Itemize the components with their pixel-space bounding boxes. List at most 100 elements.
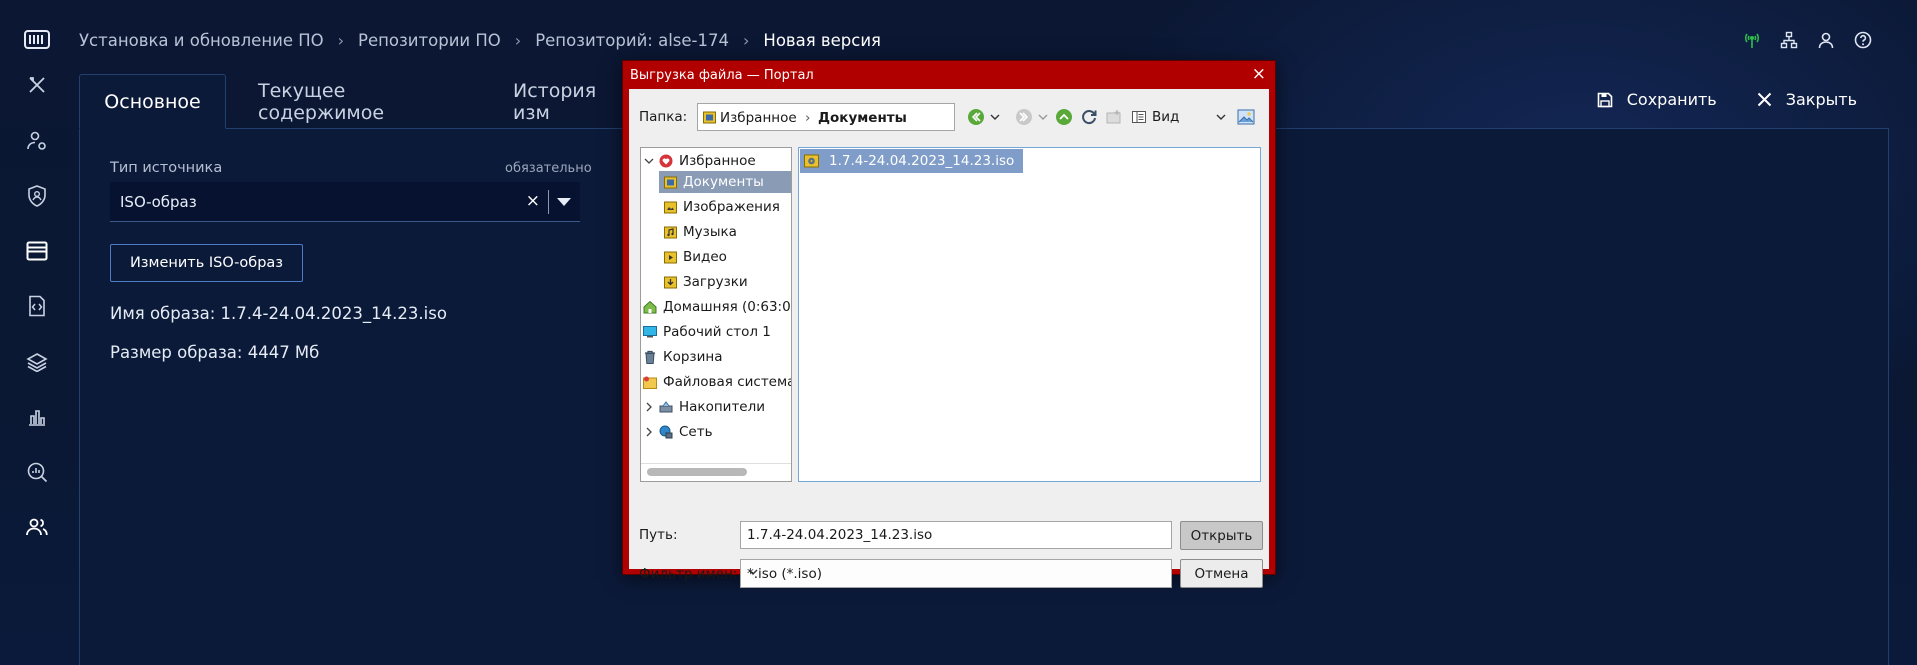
tab-current-content[interactable]: Текущее содержимое	[258, 74, 384, 129]
chevron-down-icon[interactable]	[747, 566, 1165, 582]
layers-icon[interactable]	[24, 349, 50, 375]
action-bar: Сохранить Закрыть	[1597, 90, 1857, 109]
folder-label: Папка:	[639, 109, 688, 125]
change-iso-button[interactable]: Изменить ISO-образ	[110, 244, 303, 282]
heart-icon	[659, 154, 673, 168]
top-icons	[1742, 30, 1873, 50]
file-item[interactable]: 1.7.4-24.04.2023_14.23.iso	[800, 149, 1024, 173]
path-label: Путь:	[639, 527, 678, 543]
users-icon[interactable]	[24, 514, 50, 540]
chevron-down-icon	[1216, 114, 1226, 120]
tree-item-label: Изображения	[683, 199, 780, 215]
places-tree[interactable]: Избранное Документы Изображения Музыка В…	[640, 147, 792, 482]
clear-icon[interactable]: ×	[526, 191, 540, 211]
up-icon	[1056, 109, 1072, 125]
filter-select[interactable]: *.iso (*.iso)	[740, 559, 1172, 588]
tree-item-network[interactable]: Сеть	[643, 421, 713, 443]
search-chart-icon[interactable]	[24, 459, 50, 485]
chevron-right-icon[interactable]	[643, 425, 655, 439]
iso-file-icon	[804, 154, 819, 168]
tree-item-label: Музыка	[683, 224, 737, 240]
breadcrumb: Установка и обновление ПО › Репозитории …	[79, 28, 881, 52]
tree-item-images[interactable]: Изображения	[663, 196, 780, 218]
save-button[interactable]: Сохранить	[1597, 90, 1717, 109]
filter-label: Фильтр имен:	[639, 566, 738, 582]
tree-item-label: Документы	[683, 174, 764, 190]
trash-icon	[643, 350, 657, 364]
breadcrumb-current: Новая версия	[763, 30, 881, 50]
file-name: 1.7.4-24.04.2023_14.23.iso	[829, 153, 1015, 169]
forward-icon	[1016, 109, 1032, 125]
tree-item-drives[interactable]: Накопители	[643, 396, 765, 418]
required-hint: обязательно	[505, 161, 592, 176]
open-button[interactable]: Открыть	[1180, 521, 1263, 550]
horizontal-scrollbar[interactable]	[647, 468, 747, 476]
scrollbar-track	[641, 463, 791, 464]
tree-item-favorites[interactable]: Избранное	[643, 150, 791, 172]
breadcrumb-item[interactable]: Репозиторий: alse-174	[535, 31, 729, 50]
file-list[interactable]: 1.7.4-24.04.2023_14.23.iso	[798, 147, 1261, 482]
code-file-icon[interactable]	[24, 293, 50, 319]
breadcrumb-item[interactable]: Установка и обновление ПО	[79, 31, 324, 50]
tree-item-video[interactable]: Видео	[663, 246, 727, 268]
refresh-button[interactable]	[1080, 105, 1098, 129]
help-icon[interactable]	[1853, 30, 1873, 50]
music-folder-icon	[663, 225, 677, 239]
tree-item-label: Загрузки	[683, 274, 748, 290]
back-history-dropdown[interactable]	[989, 105, 1001, 129]
images-folder-icon	[663, 200, 677, 214]
antenna-icon[interactable]	[1742, 30, 1762, 50]
user-settings-icon[interactable]	[24, 128, 50, 154]
tree-item-label: Видео	[683, 249, 727, 265]
view-button[interactable]: Вид	[1132, 105, 1179, 129]
portal-logo-icon[interactable]	[24, 29, 50, 51]
tree-item-desktop[interactable]: Рабочий стол 1	[643, 321, 771, 343]
dialog-close-icon[interactable]: ×	[1252, 65, 1266, 83]
network-icon[interactable]	[1779, 30, 1799, 50]
forward-button[interactable]	[1015, 105, 1033, 129]
chevron-down-icon[interactable]	[557, 198, 571, 206]
up-button[interactable]	[1055, 105, 1073, 129]
source-type-select[interactable]: ISO-образ ×	[110, 182, 580, 222]
tree-item-label: Домашняя (0:63:0x	[663, 299, 792, 315]
preview-button[interactable]	[1237, 105, 1255, 129]
chart-icon[interactable]	[24, 404, 50, 430]
user-icon[interactable]	[1816, 30, 1836, 50]
location-bar[interactable]: Избранное › Документы	[697, 103, 955, 131]
path-value: 1.7.4-24.04.2023_14.23.iso	[747, 527, 933, 543]
close-button[interactable]: Закрыть	[1757, 90, 1857, 109]
new-folder-button[interactable]	[1105, 105, 1123, 129]
tools-icon[interactable]	[24, 72, 50, 98]
tree-item-music[interactable]: Музыка	[663, 221, 737, 243]
tree-item-filesystem[interactable]: Файловая система	[643, 371, 791, 393]
tab-history[interactable]: История изм	[513, 74, 596, 129]
source-type-value: ISO-образ	[120, 193, 197, 211]
location-segment-current[interactable]: Документы	[818, 110, 907, 126]
tree-item-downloads[interactable]: Загрузки	[663, 271, 748, 293]
breadcrumb-separator: ›	[337, 30, 345, 50]
location-segment[interactable]: Избранное	[720, 110, 797, 126]
source-type-label: Тип источника	[110, 160, 223, 176]
window-icon[interactable]	[24, 238, 50, 264]
chevron-down-icon[interactable]	[643, 154, 655, 168]
view-dropdown[interactable]	[1215, 105, 1227, 129]
dialog-titlebar[interactable]: Выгрузка файла — Портал ×	[623, 61, 1275, 89]
downloads-folder-icon	[663, 275, 677, 289]
forward-history-dropdown[interactable]	[1037, 105, 1049, 129]
breadcrumb-item[interactable]: Репозитории ПО	[358, 31, 501, 50]
tree-item-home[interactable]: Домашняя (0:63:0x	[643, 296, 792, 318]
cancel-button[interactable]: Отмена	[1180, 559, 1263, 588]
back-button[interactable]	[967, 105, 985, 129]
dialog-title: Выгрузка файла — Портал	[630, 68, 814, 83]
shield-user-icon[interactable]	[24, 183, 50, 209]
network-globe-icon	[659, 425, 673, 439]
video-folder-icon	[663, 250, 677, 264]
save-icon	[1597, 92, 1613, 107]
breadcrumb-separator: ›	[514, 30, 522, 50]
chevron-right-icon[interactable]	[643, 400, 655, 414]
path-input[interactable]: 1.7.4-24.04.2023_14.23.iso	[740, 521, 1172, 549]
tree-item-documents[interactable]: Документы	[659, 171, 791, 193]
tab-main[interactable]: Основное	[79, 74, 226, 129]
tree-item-trash[interactable]: Корзина	[643, 346, 722, 368]
favorites-folder-icon	[703, 111, 716, 124]
